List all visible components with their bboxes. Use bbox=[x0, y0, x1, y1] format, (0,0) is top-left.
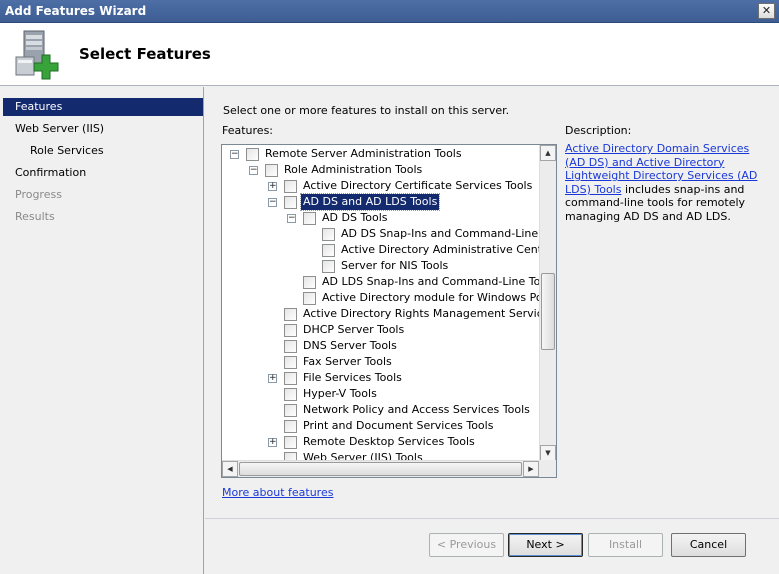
tree-item[interactable]: Fax Server Tools bbox=[222, 354, 539, 370]
expand-icon[interactable]: + bbox=[268, 374, 277, 383]
tree-item-label: Active Directory Certificate Services To… bbox=[303, 179, 533, 192]
tree-item[interactable]: AD DS Snap-Ins and Command-Line Tools bbox=[222, 226, 539, 242]
feature-checkbox[interactable] bbox=[303, 212, 316, 225]
tree-item-label: Active Directory Rights Management Servi… bbox=[303, 307, 539, 320]
tree-item-label: AD LDS Snap-Ins and Command-Line Tools bbox=[322, 275, 539, 288]
collapse-icon[interactable]: − bbox=[268, 198, 277, 207]
feature-checkbox[interactable] bbox=[284, 436, 297, 449]
next-button[interactable]: Next > bbox=[508, 533, 583, 557]
feature-checkbox[interactable] bbox=[322, 260, 335, 273]
tree-item-label: Fax Server Tools bbox=[303, 355, 392, 368]
tree-item-label: DHCP Server Tools bbox=[303, 323, 405, 336]
tree-item-label: AD DS Tools bbox=[322, 211, 388, 224]
page-title: Select Features bbox=[79, 45, 211, 63]
vertical-scrollbar[interactable]: ▲ ▼ bbox=[539, 145, 556, 461]
tree-item[interactable]: AD LDS Snap-Ins and Command-Line Tools bbox=[222, 274, 539, 290]
scroll-up-icon[interactable]: ▲ bbox=[540, 145, 556, 161]
tree-item-label: Active Directory Administrative Center bbox=[341, 243, 539, 256]
feature-checkbox[interactable] bbox=[246, 148, 259, 161]
tree-item[interactable]: Server for NIS Tools bbox=[222, 258, 539, 274]
step-features[interactable]: Features bbox=[3, 98, 203, 116]
tree-item-label: Network Policy and Access Services Tools bbox=[303, 403, 530, 416]
tree-item-label: Hyper-V Tools bbox=[303, 387, 377, 400]
expand-icon[interactable]: + bbox=[268, 182, 277, 191]
feature-checkbox[interactable] bbox=[322, 244, 335, 257]
tree-item-label: File Services Tools bbox=[303, 371, 402, 384]
feature-checkbox[interactable] bbox=[284, 324, 297, 337]
feature-checkbox[interactable] bbox=[303, 276, 316, 289]
server-add-icon bbox=[15, 30, 59, 80]
tree-item[interactable]: − Role Administration Tools bbox=[222, 162, 539, 178]
feature-checkbox[interactable] bbox=[284, 308, 297, 321]
tree-item[interactable]: Network Policy and Access Services Tools bbox=[222, 402, 539, 418]
description-body: Active Directory Domain Services (AD DS)… bbox=[565, 142, 765, 223]
scroll-down-icon[interactable]: ▼ bbox=[540, 445, 556, 461]
collapse-icon[interactable]: − bbox=[287, 214, 296, 223]
step-confirmation[interactable]: Confirmation bbox=[3, 164, 203, 182]
previous-button[interactable]: < Previous bbox=[429, 533, 504, 557]
step-role-services[interactable]: Role Services bbox=[3, 142, 203, 160]
tree-item[interactable]: − AD DS and AD LDS Tools bbox=[222, 193, 539, 211]
tree-item[interactable]: + File Services Tools bbox=[222, 370, 539, 386]
description-label: Description: bbox=[565, 124, 632, 137]
tree-item[interactable]: Active Directory Administrative Center bbox=[222, 242, 539, 258]
features-tree-rows: − Remote Server Administration Tools − Role… bbox=[222, 145, 539, 461]
horizontal-scroll-thumb[interactable] bbox=[239, 462, 522, 476]
horizontal-scrollbar[interactable]: ◀ ▶ bbox=[222, 460, 539, 477]
tree-item-label: Role Administration Tools bbox=[284, 163, 423, 176]
scroll-corner bbox=[539, 460, 556, 477]
feature-checkbox[interactable] bbox=[284, 420, 297, 433]
step-results: Results bbox=[15, 210, 55, 223]
feature-checkbox[interactable] bbox=[303, 292, 316, 305]
wizard-steps: Features Web Server (IIS) Role Services … bbox=[0, 87, 204, 574]
tree-item[interactable]: Hyper-V Tools bbox=[222, 386, 539, 402]
tree-item[interactable]: Active Directory module for Windows Powe… bbox=[222, 290, 539, 306]
collapse-icon[interactable]: − bbox=[230, 150, 239, 159]
more-about-features-link[interactable]: More about features bbox=[222, 486, 333, 499]
feature-checkbox[interactable] bbox=[284, 196, 297, 209]
window-titlebar: Add Features Wizard ✕ bbox=[0, 0, 779, 23]
tree-item-label: DNS Server Tools bbox=[303, 339, 397, 352]
tree-item-label: Active Directory module for Windows Powe… bbox=[322, 291, 539, 304]
feature-checkbox[interactable] bbox=[284, 372, 297, 385]
scroll-left-icon[interactable]: ◀ bbox=[222, 461, 238, 477]
close-icon[interactable]: ✕ bbox=[758, 3, 775, 19]
tree-item[interactable]: DHCP Server Tools bbox=[222, 322, 539, 338]
feature-checkbox[interactable] bbox=[284, 180, 297, 193]
wizard-header: Select Features bbox=[0, 23, 779, 86]
tree-item-label: Server for NIS Tools bbox=[341, 259, 449, 272]
tree-item-label: Print and Document Services Tools bbox=[303, 419, 494, 432]
tree-item[interactable]: + Remote Desktop Services Tools bbox=[222, 434, 539, 450]
tree-item-label: Remote Server Administration Tools bbox=[265, 147, 462, 160]
tree-item[interactable]: − AD DS Tools bbox=[222, 210, 539, 226]
tree-item-label: AD DS and AD LDS Tools bbox=[299, 193, 441, 211]
tree-item[interactable]: Print and Document Services Tools bbox=[222, 418, 539, 434]
scroll-right-icon[interactable]: ▶ bbox=[523, 461, 539, 477]
tree-item[interactable]: Active Directory Rights Management Servi… bbox=[222, 306, 539, 322]
install-button[interactable]: Install bbox=[588, 533, 663, 557]
feature-checkbox[interactable] bbox=[265, 164, 278, 177]
features-tree[interactable]: − Remote Server Administration Tools − Role… bbox=[221, 144, 557, 478]
tree-item-label: AD DS Snap-Ins and Command-Line Tools bbox=[341, 227, 539, 240]
collapse-icon[interactable]: − bbox=[249, 166, 258, 175]
window-title: Add Features Wizard bbox=[5, 4, 147, 18]
cancel-button[interactable]: Cancel bbox=[671, 533, 746, 557]
feature-checkbox[interactable] bbox=[284, 356, 297, 369]
tree-item[interactable]: + Active Directory Certificate Services T… bbox=[222, 178, 539, 194]
tree-item[interactable]: DNS Server Tools bbox=[222, 338, 539, 354]
features-label: Features: bbox=[222, 124, 274, 137]
feature-checkbox[interactable] bbox=[284, 388, 297, 401]
tree-item[interactable]: − Remote Server Administration Tools bbox=[222, 146, 539, 162]
tree-item-label: Remote Desktop Services Tools bbox=[303, 435, 475, 448]
step-progress: Progress bbox=[15, 188, 62, 201]
expand-icon[interactable]: + bbox=[268, 438, 277, 447]
vertical-scroll-thumb[interactable] bbox=[541, 273, 555, 350]
feature-checkbox[interactable] bbox=[322, 228, 335, 241]
intro-text: Select one or more features to install o… bbox=[223, 104, 510, 117]
step-web-server[interactable]: Web Server (IIS) bbox=[3, 120, 203, 138]
feature-checkbox[interactable] bbox=[284, 340, 297, 353]
feature-checkbox[interactable] bbox=[284, 404, 297, 417]
